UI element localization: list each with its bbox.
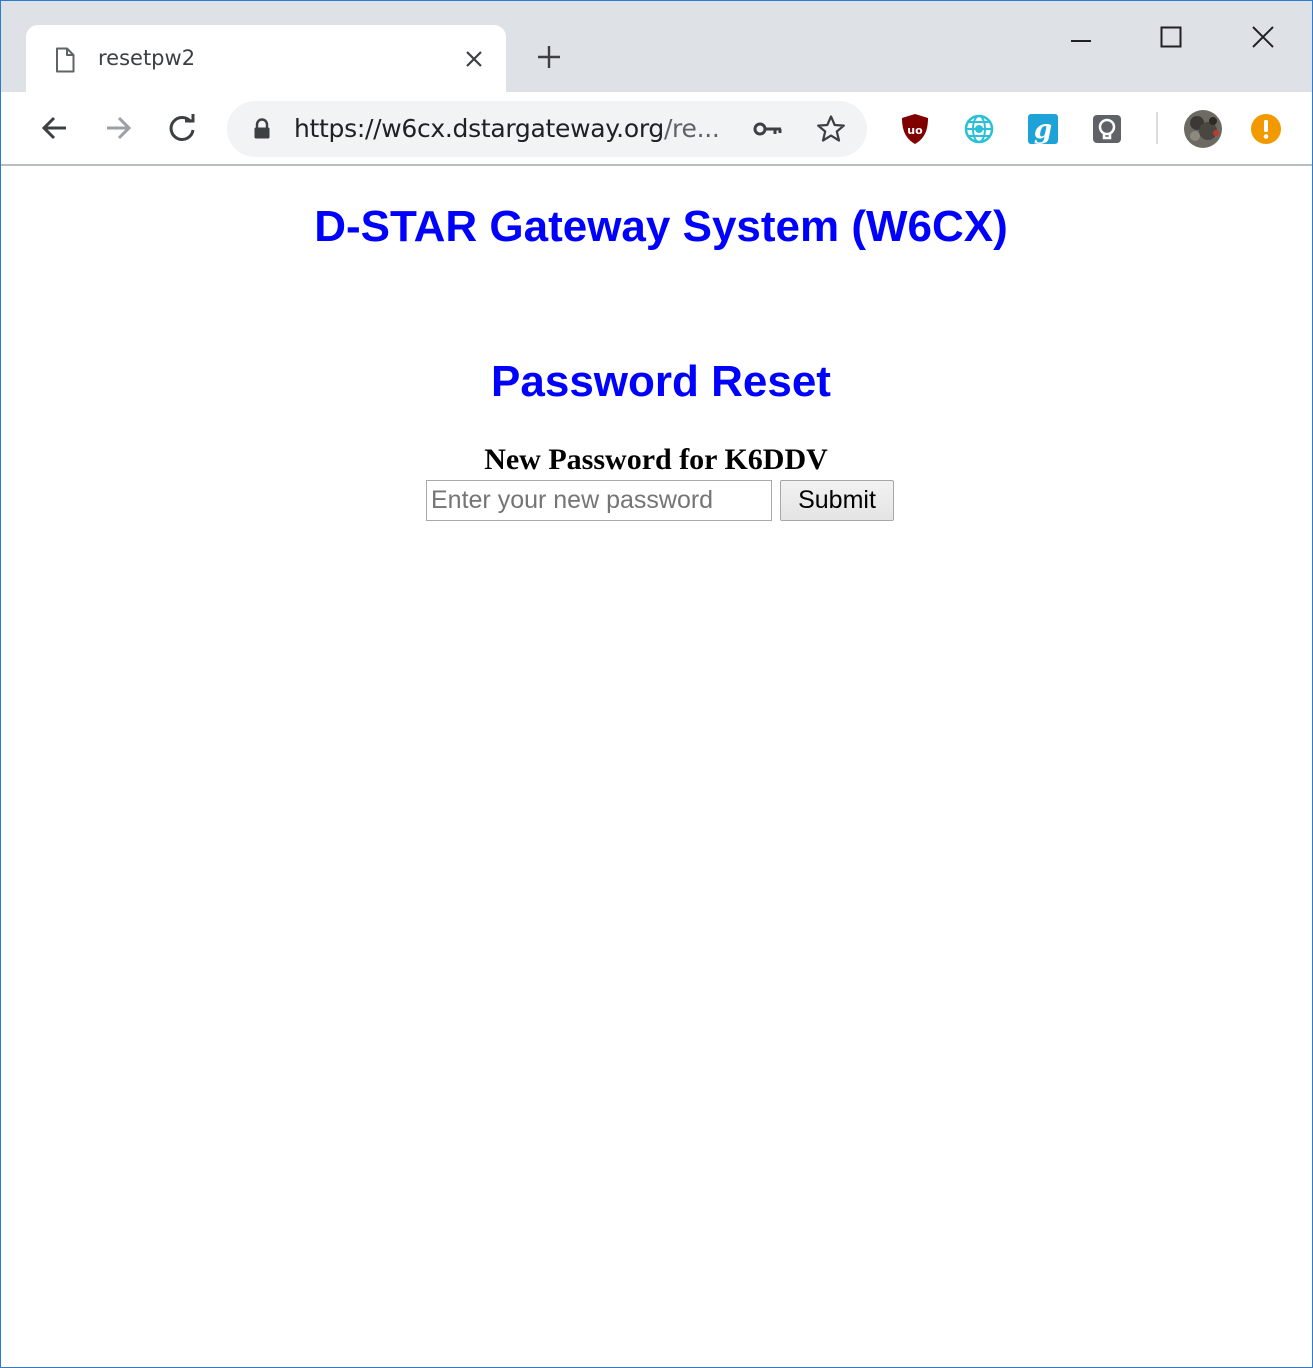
page-content: D-STAR Gateway System (W6CX) Password Re… xyxy=(1,166,1312,1367)
forward-button[interactable] xyxy=(97,106,141,150)
svg-text:uo: uo xyxy=(907,124,923,137)
url-path: /re... xyxy=(663,114,720,143)
new-password-input[interactable] xyxy=(426,480,772,521)
reload-icon xyxy=(169,114,195,141)
password-key-icon[interactable] xyxy=(751,113,785,145)
new-tab-button[interactable] xyxy=(533,41,565,73)
close-icon xyxy=(1252,26,1274,48)
minimize-button[interactable] xyxy=(1059,15,1103,59)
back-arrow-icon xyxy=(41,116,66,140)
ublock-origin-icon[interactable]: uo xyxy=(898,112,932,146)
site-title: D-STAR Gateway System (W6CX) xyxy=(314,202,1008,251)
address-bar[interactable]: https://w6cx.dstargateway.org/re... xyxy=(227,101,867,157)
browser-window: resetpw2 https://w6cx.dstargateway.org/r… xyxy=(0,0,1313,1368)
lock-icon xyxy=(253,118,271,145)
close-window-button[interactable] xyxy=(1241,15,1285,59)
page-title: Password Reset xyxy=(491,357,831,406)
grammarly-icon[interactable]: g xyxy=(1026,112,1060,146)
url-host: https://w6cx.dstargateway.org xyxy=(294,114,664,143)
back-button[interactable] xyxy=(32,106,76,150)
submit-button[interactable]: Submit xyxy=(780,480,894,521)
maximize-icon xyxy=(1160,26,1182,48)
svg-text:g: g xyxy=(1034,115,1052,145)
browser-toolbar: https://w6cx.dstargateway.org/re... uo g xyxy=(1,92,1312,166)
reload-button[interactable] xyxy=(160,106,204,150)
url-text: https://w6cx.dstargateway.org/re... xyxy=(294,114,720,143)
document-icon xyxy=(54,47,76,73)
plus-icon xyxy=(538,46,560,68)
update-alert-icon[interactable] xyxy=(1249,112,1283,146)
forward-arrow-icon xyxy=(107,116,132,140)
minimize-icon xyxy=(1071,40,1091,42)
toolbar-separator xyxy=(1156,112,1158,144)
bulb-icon[interactable] xyxy=(1090,112,1124,146)
tab-title: resetpw2 xyxy=(98,46,196,70)
tab-strip: resetpw2 xyxy=(1,1,1312,92)
network-globe-icon[interactable] xyxy=(962,112,996,146)
new-password-label: New Password for K6DDV xyxy=(484,443,828,476)
bookmark-star-icon[interactable] xyxy=(813,111,849,147)
profile-avatar[interactable] xyxy=(1183,109,1223,149)
tab-resetpw2[interactable]: resetpw2 xyxy=(26,25,506,92)
tab-close-icon[interactable] xyxy=(460,45,488,73)
maximize-button[interactable] xyxy=(1149,15,1193,59)
